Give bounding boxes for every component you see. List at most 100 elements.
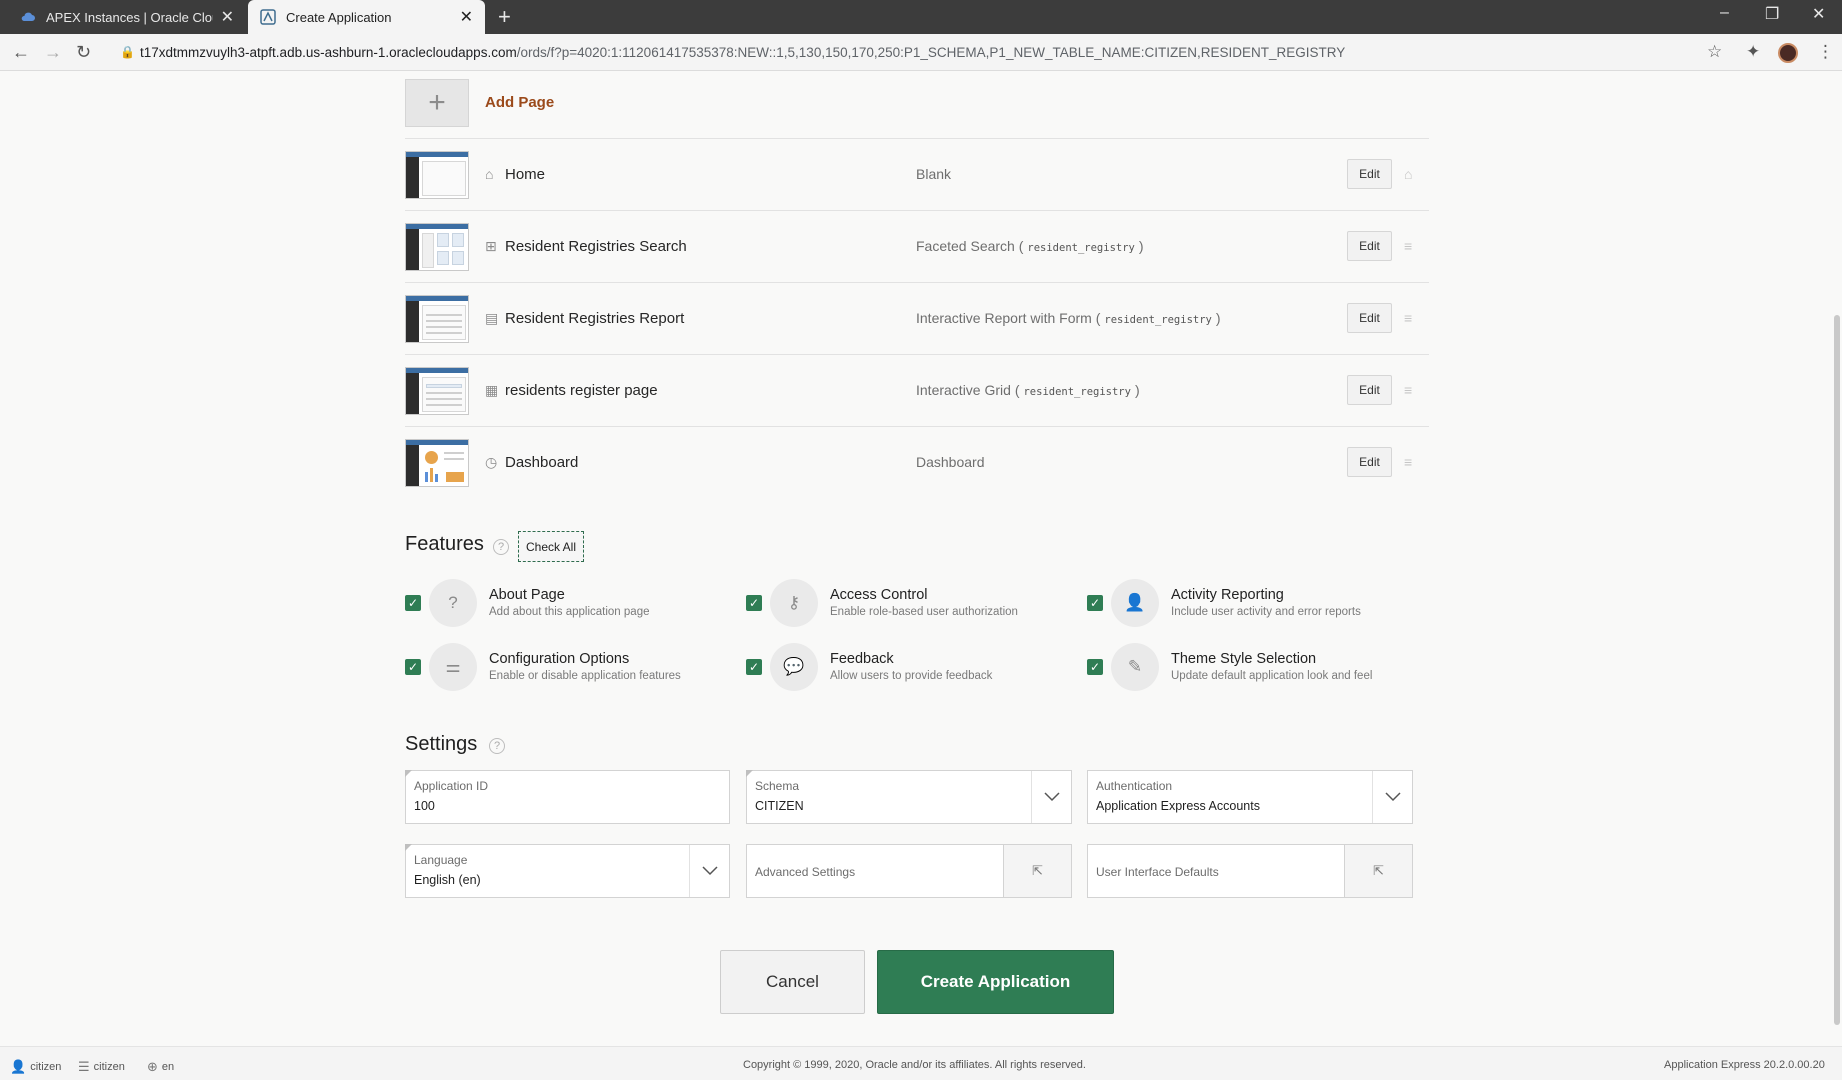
field-label: Application ID [414,779,489,793]
open-dialog-icon[interactable]: ⇱ [1344,845,1412,897]
check-all-button[interactable]: Check All [518,531,584,562]
application-id-input[interactable]: 100 [414,799,435,813]
edit-button[interactable]: Edit [1347,375,1392,405]
footer-language[interactable]: ⊕ en [147,1059,174,1075]
page-type: Dashboard [916,454,985,470]
authentication-select[interactable]: Authentication Application Express Accou… [1087,770,1413,824]
checkbox[interactable]: ✓ [746,595,762,611]
home-icon: ⌂ [1404,166,1413,182]
url-host: t17xdtmmzvuylh3-atpft.adb.us-ashburn-1.o… [140,45,517,60]
feature-feedback[interactable]: ✓ 💬 Feedback Allow users to provide feed… [746,642,1076,692]
page-thumbnail [405,439,469,487]
edit-button[interactable]: Edit [1347,159,1392,189]
close-tab-icon[interactable]: ✕ [460,7,473,27]
page-row: ▤ Resident Registries Report Interactive… [405,283,1429,355]
feature-name: Activity Reporting [1171,587,1284,603]
schema-select[interactable]: Schema CITIZEN [746,770,1072,824]
page-type: Interactive Grid (resident_registry) [916,382,1140,398]
feature-desc: Update default application look and feel [1171,670,1373,682]
checkbox[interactable]: ✓ [746,659,762,675]
checkbox[interactable]: ✓ [405,595,421,611]
minimize-icon[interactable]: – [1720,4,1729,22]
cancel-button[interactable]: Cancel [720,950,865,1014]
drag-handle-icon[interactable]: ≡ [1404,382,1412,398]
advanced-settings-field[interactable]: Advanced Settings ⇱ [746,844,1072,898]
authentication-value: Application Express Accounts [1096,799,1260,813]
language-value: English (en) [414,873,481,887]
edit-button[interactable]: Edit [1347,303,1392,333]
checkbox[interactable]: ✓ [405,659,421,675]
back-icon[interactable]: ← [12,42,30,63]
feature-desc: Include user activity and error reports [1171,606,1361,618]
drag-handle-icon[interactable]: ≡ [1404,238,1412,254]
page-thumbnail [405,223,469,271]
footer-workspace[interactable]: ☰ citizen [78,1059,125,1075]
feature-desc: Add about this application page [489,606,650,618]
copyright-text: Copyright © 1999, 2020, Oracle and/or it… [743,1059,1086,1071]
extensions-icon[interactable]: ✦ [1746,42,1760,62]
tab-create-application[interactable]: Create Application ✕ [248,0,485,34]
help-icon[interactable]: ? [493,539,509,555]
new-tab-icon[interactable]: + [498,4,511,30]
feature-name: About Page [489,587,565,603]
open-dialog-icon[interactable]: ⇱ [1003,845,1071,897]
create-application-button[interactable]: Create Application [877,950,1114,1014]
user-lock-icon: 👤 [1111,579,1159,627]
source-table: resident_registry [1023,386,1131,398]
tab-label: APEX Instances | Oracle Cloud Inf [46,9,213,25]
feature-access-control[interactable]: ✓ ⚷ Access Control Enable role-based use… [746,578,1076,628]
page-thumbnail [405,295,469,343]
page-type: Faceted Search (resident_registry) [916,238,1144,254]
page-thumbnail [405,367,469,415]
chevron-down-icon[interactable] [1031,771,1071,823]
feature-name: Theme Style Selection [1171,651,1317,667]
source-table: resident_registry [1027,242,1135,254]
feature-activity-reporting[interactable]: ✓ 👤 Activity Reporting Include user acti… [1087,578,1417,628]
feature-configuration-options[interactable]: ✓ ⚌ Configuration Options Enable or disa… [405,642,735,692]
tab-apex-instances[interactable]: APEX Instances | Oracle Cloud Inf ✕ [8,0,246,34]
chevron-down-icon[interactable] [1372,771,1412,823]
key-icon: ⚷ [770,579,818,627]
application-id-field[interactable]: Application ID 100 [405,770,730,824]
tab-label: Create Application [286,9,392,25]
drag-handle-icon[interactable]: ≡ [1404,310,1412,326]
footer-user[interactable]: 👤 citizen [10,1059,61,1075]
add-page-link[interactable]: Add Page [485,94,554,111]
checkbox[interactable]: ✓ [1087,595,1103,611]
url-path: /ords/f?p=4020:1:112061417535378:NEW::1,… [516,45,1346,60]
ui-defaults-field[interactable]: User Interface Defaults ⇱ [1087,844,1413,898]
feature-theme-style-selection[interactable]: ✓ ✎ Theme Style Selection Update default… [1087,642,1417,692]
page-type: Interactive Report with Form (resident_r… [916,310,1221,326]
schema-value: CITIZEN [755,799,804,813]
help-icon[interactable]: ? [489,738,505,754]
language-select[interactable]: Language English (en) [405,844,730,898]
reload-icon[interactable]: ↻ [76,42,91,63]
drag-handle-icon[interactable]: ≡ [1404,454,1412,470]
sliders-icon: ⚌ [429,643,477,691]
page-name: Home [505,166,546,183]
close-window-icon[interactable]: ✕ [1812,4,1825,24]
edit-button[interactable]: Edit [1347,231,1392,261]
field-label: Schema [755,779,800,793]
feature-name: Access Control [830,587,928,603]
forward-icon[interactable]: → [44,42,62,63]
chevron-down-icon[interactable] [689,845,729,897]
scrollbar[interactable] [1834,315,1840,1025]
features-heading: Features [405,533,484,555]
page-row: ⌂ Home Blank Edit ⌂ [405,139,1429,211]
bookmark-star-icon[interactable]: ☆ [1707,42,1722,62]
lock-icon[interactable]: 🔒 [120,45,135,59]
plus-icon[interactable]: + [405,79,469,127]
page-row: ⊞ Resident Registries Search Faceted Sea… [405,211,1429,283]
url-field[interactable]: t17xdtmmzvuylh3-atpft.adb.us-ashburn-1.o… [140,45,1345,60]
profile-avatar[interactable] [1778,43,1798,63]
menu-icon[interactable]: ⋮ [1817,42,1834,62]
page-row: ◷ Dashboard Dashboard Edit ≡ [405,427,1429,499]
settings-heading: Settings [405,733,478,755]
feature-about-page[interactable]: ✓ ? About Page Add about this applicatio… [405,578,735,628]
close-tab-icon[interactable]: ✕ [221,7,234,27]
restore-icon[interactable]: ❐ [1765,4,1779,24]
edit-button[interactable]: Edit [1347,447,1392,477]
source-table: resident_registry [1104,314,1212,326]
checkbox[interactable]: ✓ [1087,659,1103,675]
